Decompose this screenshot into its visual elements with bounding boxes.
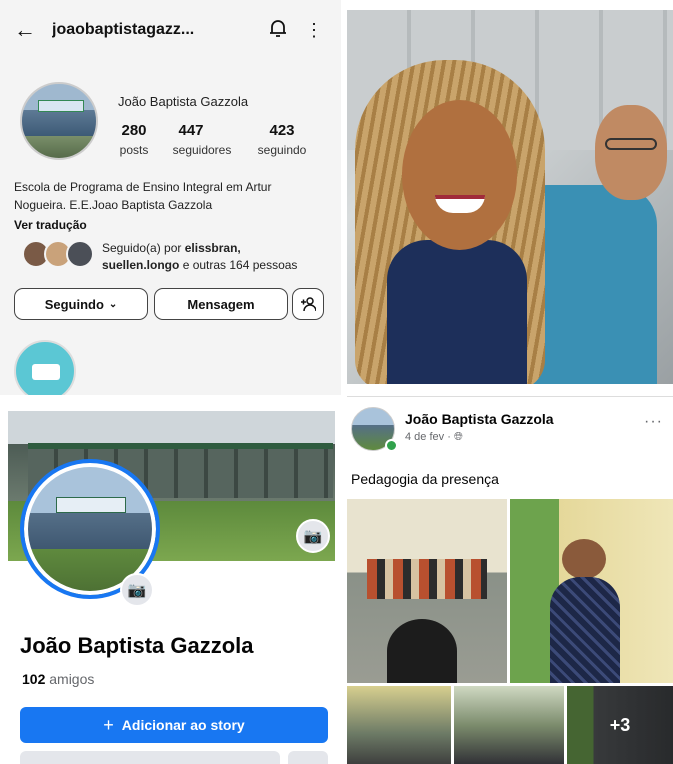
camera-icon[interactable]: 📷 — [296, 519, 330, 553]
stat-following-value: 423 — [269, 122, 295, 139]
post-meta: 4 de fev · 🌐︎ — [405, 431, 463, 444]
more-photos-count: +3 — [567, 686, 673, 764]
story-highlight[interactable] — [14, 340, 76, 395]
add-person-icon — [301, 297, 316, 312]
online-status-dot — [385, 439, 398, 452]
post-date[interactable]: 4 de fev — [405, 431, 444, 443]
post-photo[interactable] — [347, 686, 451, 764]
post-menu-dots-icon[interactable]: ··· — [644, 413, 663, 431]
followed-by-name-1: elissbran, — [184, 241, 241, 255]
stat-followers-value: 447 — [178, 122, 204, 139]
instagram-username: joaobaptistagazz... — [52, 21, 195, 38]
post-photo[interactable] — [347, 499, 507, 683]
facebook-profile-panel: 📷 📷 João Baptista Gazzola 102 amigos + A… — [0, 401, 341, 764]
photo-person-top — [387, 240, 527, 384]
post-photo[interactable]: +3 — [567, 686, 673, 764]
followed-by-prefix: Seguido(a) por — [102, 241, 182, 255]
following-button-label: Seguindo — [44, 296, 104, 312]
add-to-story-label: Adicionar ao story — [121, 717, 245, 733]
friends-count-label: amigos — [49, 671, 95, 687]
post-photo[interactable] — [510, 499, 673, 683]
more-options-button[interactable] — [288, 751, 328, 764]
facebook-post-panel: João Baptista Gazzola 4 de fev · 🌐︎ ··· … — [347, 396, 673, 764]
instagram-avatar[interactable] — [20, 82, 98, 160]
stat-followers-label: seguidores — [172, 143, 232, 157]
bell-icon[interactable] — [265, 18, 291, 43]
instagram-bio: Escola de Programa de Ensino Integral em… — [14, 180, 272, 212]
photo-person-face — [402, 100, 517, 250]
camera-icon[interactable]: 📷 — [120, 573, 154, 607]
instagram-display-name: João Baptista Gazzola — [118, 94, 249, 109]
photo-person-glasses — [605, 138, 657, 150]
more-vertical-icon[interactable]: ⋮ — [301, 20, 327, 41]
public-globe-icon: 🌐︎ — [453, 431, 463, 443]
stat-following-label: seguindo — [257, 143, 307, 157]
instagram-top-bar: ← joaobaptistagazz... ⋮ — [0, 0, 341, 60]
stat-posts[interactable]: 280 posts — [114, 122, 154, 157]
translate-link[interactable]: Ver tradução — [14, 218, 87, 232]
followed-by-name-2: suellen.longo — [102, 258, 180, 272]
post-author-name[interactable]: João Baptista Gazzola — [405, 411, 554, 427]
stat-following[interactable]: 423 seguindo — [250, 122, 314, 157]
friends-count-value: 102 — [22, 671, 46, 687]
instagram-profile-panel: ← joaobaptistagazz... ⋮ João Baptista Ga… — [0, 0, 341, 395]
avatar — [66, 240, 94, 268]
followed-by-text[interactable]: Seguido(a) por elissbran, suellen.longo … — [102, 240, 297, 274]
stat-followers[interactable]: 447 seguidores — [164, 122, 240, 157]
back-arrow-icon[interactable]: ← — [14, 17, 42, 43]
edit-profile-button[interactable] — [20, 751, 280, 764]
following-button[interactable]: Seguindo ⌄ — [14, 288, 148, 320]
post-meta-separator: · — [447, 431, 451, 443]
message-button-label: Mensagem — [187, 296, 255, 312]
friends-count[interactable]: 102 amigos — [22, 671, 94, 687]
message-button[interactable]: Mensagem — [154, 288, 288, 320]
plus-icon: + — [103, 714, 114, 735]
followers-avatars — [22, 240, 94, 268]
photo-person-head — [595, 105, 667, 200]
selfie-photo — [347, 10, 673, 384]
chevron-down-icon: ⌄ — [108, 298, 118, 310]
add-person-button[interactable] — [292, 288, 324, 320]
post-photo[interactable] — [454, 686, 564, 764]
followed-by-suffix: e outras 164 pessoas — [182, 258, 298, 272]
add-to-story-button[interactable]: + Adicionar ao story — [20, 707, 328, 743]
stat-posts-value: 280 — [121, 122, 147, 139]
post-text: Pedagogia da presença — [351, 471, 499, 487]
stat-posts-label: posts — [119, 143, 149, 157]
profile-name: João Baptista Gazzola — [20, 633, 254, 658]
